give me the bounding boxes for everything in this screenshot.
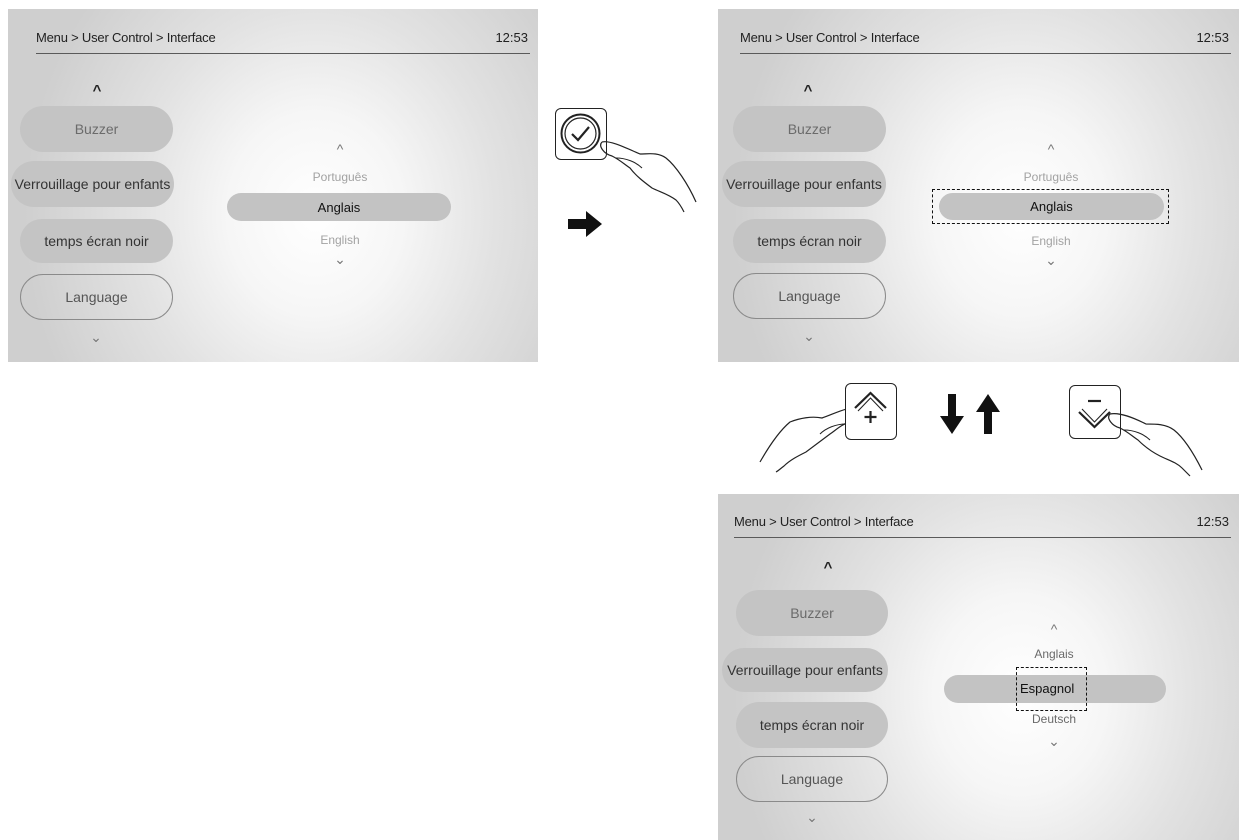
list-scroll-up-icon[interactable]: ^ bbox=[1048, 142, 1055, 156]
menu-item-language[interactable]: Language bbox=[733, 273, 886, 319]
screen-2: Menu > User Control > Interface 12:53 ^ … bbox=[718, 9, 1239, 362]
list-selected-label: Espagnol bbox=[1020, 681, 1075, 696]
breadcrumb: Menu > User Control > Interface bbox=[734, 514, 914, 529]
list-item-above[interactable]: Português bbox=[313, 170, 368, 184]
list-selected-item[interactable]: Anglais bbox=[939, 193, 1164, 220]
menu-scroll-up-icon[interactable]: ^ bbox=[824, 560, 833, 575]
menu-item-child-lock[interactable]: Verrouillage pour enfants bbox=[722, 648, 888, 692]
screen-header: Menu > User Control > Interface 12:53 bbox=[740, 23, 1231, 54]
list-item-below[interactable]: English bbox=[320, 233, 359, 247]
menu-item-buzzer[interactable]: Buzzer bbox=[736, 590, 888, 636]
screen-header: Menu > User Control > Interface 12:53 bbox=[36, 23, 530, 54]
list-scroll-down-icon[interactable]: ⌄ bbox=[1048, 734, 1060, 748]
breadcrumb: Menu > User Control > Interface bbox=[740, 30, 920, 45]
menu-item-child-lock[interactable]: Verrouillage pour enfants bbox=[722, 161, 886, 207]
menu-item-language[interactable]: Language bbox=[20, 274, 173, 320]
menu-item-black-screen-time[interactable]: temps écran noir bbox=[20, 219, 173, 263]
clock: 12:53 bbox=[1196, 514, 1229, 529]
menu-scroll-up-icon[interactable]: ^ bbox=[93, 83, 102, 98]
menu-scroll-up-icon[interactable]: ^ bbox=[804, 83, 813, 98]
menu-scroll-down-icon[interactable]: ⌄ bbox=[806, 810, 818, 824]
menu-item-child-lock[interactable]: Verrouillage pour enfants bbox=[11, 161, 174, 207]
list-item-above[interactable]: Anglais bbox=[1034, 647, 1073, 661]
list-item-below[interactable]: English bbox=[1031, 234, 1070, 248]
hand-pointer-icon bbox=[1108, 413, 1203, 477]
up-plus-key[interactable] bbox=[845, 383, 897, 440]
screen-3: Menu > User Control > Interface 12:53 ^ … bbox=[718, 494, 1239, 840]
breadcrumb: Menu > User Control > Interface bbox=[36, 30, 216, 45]
menu-scroll-down-icon[interactable]: ⌄ bbox=[803, 329, 815, 343]
arrow-down-up-icon bbox=[940, 394, 1000, 434]
screen-header: Menu > User Control > Interface 12:53 bbox=[734, 507, 1231, 538]
list-scroll-up-icon[interactable]: ^ bbox=[1051, 622, 1058, 636]
menu-item-language[interactable]: Language bbox=[736, 756, 888, 802]
list-selected-item[interactable]: Anglais bbox=[227, 193, 451, 221]
screen-1: Menu > User Control > Interface 12:53 ^ … bbox=[8, 9, 538, 362]
clock: 12:53 bbox=[495, 30, 528, 45]
clock: 12:53 bbox=[1196, 30, 1229, 45]
arrow-right-icon bbox=[568, 211, 602, 237]
menu-item-buzzer[interactable]: Buzzer bbox=[733, 106, 886, 152]
list-scroll-down-icon[interactable]: ⌄ bbox=[334, 252, 346, 266]
chevron-up-plus-icon bbox=[854, 391, 887, 423]
list-item-below[interactable]: Deutsch bbox=[1032, 712, 1076, 726]
menu-item-buzzer[interactable]: Buzzer bbox=[20, 106, 173, 152]
menu-item-black-screen-time[interactable]: temps écran noir bbox=[733, 219, 886, 263]
hand-pointer-icon bbox=[600, 141, 697, 213]
menu-item-black-screen-time[interactable]: temps écran noir bbox=[736, 702, 888, 748]
list-scroll-down-icon[interactable]: ⌄ bbox=[1045, 253, 1057, 267]
list-scroll-up-icon[interactable]: ^ bbox=[337, 142, 344, 156]
list-item-above[interactable]: Português bbox=[1024, 170, 1079, 184]
menu-scroll-down-icon[interactable]: ⌄ bbox=[90, 330, 102, 344]
